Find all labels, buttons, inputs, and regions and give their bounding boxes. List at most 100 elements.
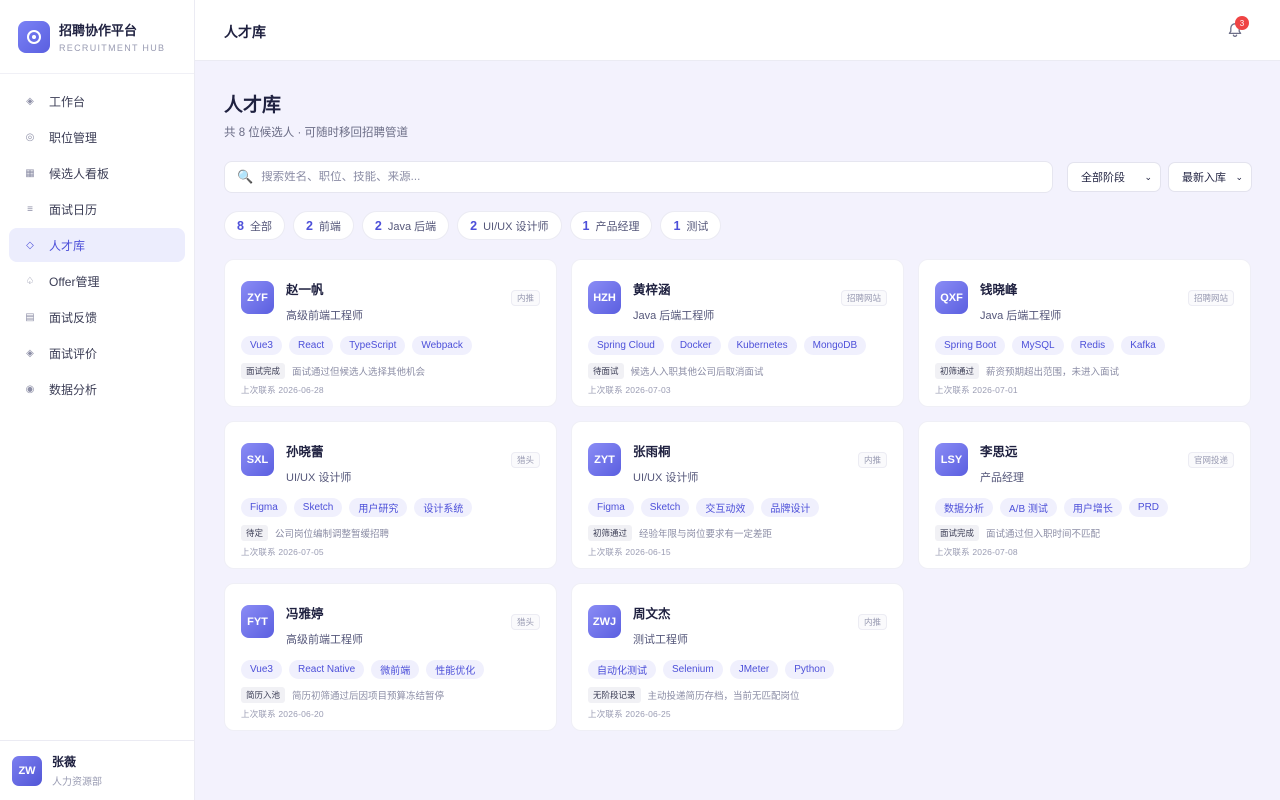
stage-badge: 初筛通过 <box>588 525 633 541</box>
stage-badge: 无阶段记录 <box>588 687 641 703</box>
candidate-name: 孙晓蕾 <box>286 445 324 459</box>
sidebar-item-interview-feedback[interactable]: ▤ 面试反馈 <box>9 300 185 334</box>
status-row: 面试完成 面试通过但候选人选择其他机会 <box>241 363 540 379</box>
skill-tag: Spring Boot <box>935 336 1006 355</box>
user-name: 张薇 <box>52 755 77 769</box>
chevron-down-icon: ⌄ <box>1144 171 1152 182</box>
brand-name: 招聘协作平台 <box>59 23 138 38</box>
topbar-title: 人才库 <box>224 24 266 40</box>
sidebar-item-label: Offer管理 <box>49 274 100 289</box>
skill-tags: Vue3 React Native 微前端 性能优化 <box>241 660 540 679</box>
skill-tag: A/B 测试 <box>1000 498 1057 517</box>
candidate-info: 赵一帆高级前端工程师 <box>286 277 363 323</box>
skill-tag: Redis <box>1070 336 1115 355</box>
card-header: ZYT 张雨桐 UI/UX 设计师 <box>588 439 887 485</box>
sidebar-item-label: 职位管理 <box>49 130 98 145</box>
sidebar-item-label: 候选人看板 <box>49 166 110 181</box>
skill-tag: PRD <box>1128 498 1169 517</box>
filter-chip[interactable]: 2 前端 <box>292 211 354 240</box>
skill-tag: Vue3 <box>241 336 282 355</box>
last-contact: 上次联系 2026-06-25 <box>588 709 671 719</box>
skill-tag: Spring Cloud <box>588 336 664 355</box>
skill-tag: Figma <box>241 498 287 517</box>
filter-chip[interactable]: 8 全部 <box>224 211 285 240</box>
search-icon: 🔍 <box>237 169 254 184</box>
candidate-info: 周文杰 测试工程师 <box>633 601 688 647</box>
sidebar-item-offer[interactable]: ♤ Offer管理 <box>9 264 185 298</box>
candidate-title: 高级前端工程师 <box>286 310 363 322</box>
candidate-name: 李思远 <box>980 445 1018 459</box>
chip-label: 前端 <box>318 220 341 233</box>
status-note: 面试通过但候选人选择其他机会 <box>292 367 426 378</box>
skill-tag: 数据分析 <box>935 498 993 517</box>
candidate-name: 周文杰 <box>633 607 671 621</box>
last-contact: 上次联系 2026-06-15 <box>588 547 671 557</box>
skill-tag: React <box>288 336 334 355</box>
candidate-card[interactable]: SXL 孙晓蕾 UI/UX 设计师 猎头 Figma Sketch 用户研究 设计系统 待定 公司… <box>224 421 557 569</box>
source-badge: 内推 <box>857 452 887 468</box>
filter-chip[interactable]: 2 Java 后端 <box>361 211 450 240</box>
last-contact: 上次联系 2026-07-08 <box>935 547 1018 557</box>
status-note: 简历初筛通过后因项目预算冻结暂停 <box>292 691 445 702</box>
skill-tag: MySQL <box>1012 336 1064 355</box>
skill-tags: 数据分析 A/B 测试 用户增长 PRD <box>935 498 1234 517</box>
sidebar-item-analytics[interactable]: ◉ 数据分析 <box>9 372 185 406</box>
candidate-card[interactable]: ZYT 张雨桐 UI/UX 设计师 内推 Figma Sketch 交互动效 品牌设计 初筛通过… <box>571 421 904 569</box>
search-bar: 🔍 <box>224 161 1053 193</box>
sidebar: 招聘协作平台 RECRUITMENT HUB ◈ 工作台 ◎ 职位管理 ▦ 候选人看板 ≡ 面… <box>0 0 195 800</box>
spade-icon: ♤ <box>25 275 35 287</box>
candidate-card[interactable]: LSY 李思远 产品经理 官网投递 数据分析 A/B 测试 用户增长 PRD 面试完成 面试通过但… <box>918 421 1251 569</box>
avatar: FYT <box>241 605 274 638</box>
last-contact: 上次联系 2026-07-03 <box>588 385 671 395</box>
sidebar-item-label: 人才库 <box>49 238 86 253</box>
sidebar-item-talent-pool[interactable]: ◇ 人才库 <box>9 228 185 262</box>
sort-select-value: 最新入库 <box>1182 172 1226 184</box>
user-profile[interactable]: ZW 张薇 人力资源部 <box>0 740 195 800</box>
skill-tag: 用户增长 <box>1063 498 1122 517</box>
stage-select[interactable]: 全部阶段 ⌄ <box>1067 162 1161 192</box>
sidebar-item-interview-calendar[interactable]: ≡ 面试日历 <box>9 192 185 226</box>
status-row: 面试完成 面试通过但入职时间不匹配 <box>935 525 1234 541</box>
skill-tag: 品牌设计 <box>761 498 820 517</box>
candidate-name: 张雨桐 <box>633 445 671 459</box>
candidate-name: 赵一帆 <box>286 283 324 297</box>
avatar: ZW <box>12 755 42 786</box>
skill-tag: JMeter <box>729 660 779 679</box>
filter-chip[interactable]: 1 产品经理 <box>569 211 653 240</box>
sidebar-item-interview-review[interactable]: ◈ 面试评价 <box>9 336 185 370</box>
candidate-card[interactable]: HZH 黄梓涵 Java 后端工程师 招聘网站 Spring Cloud Docker Ku… <box>571 259 904 407</box>
candidate-card[interactable]: QXF 钱晓峰 Java 后端工程师 招聘网站 Spring Boot MySQL Redi… <box>918 259 1251 407</box>
last-contact: 上次联系 2026-07-01 <box>935 385 1018 395</box>
sidebar-item-jobs[interactable]: ◎ 职位管理 <box>9 120 185 154</box>
candidate-card[interactable]: ZYF 赵一帆 高级前端工程师 内推 Vue3 React TypeScript Webpac… <box>224 259 557 407</box>
card-header: ZYF 赵一帆 高级前端工程师 <box>241 277 540 323</box>
candidate-name: 钱晓峰 <box>980 283 1018 297</box>
skill-tag: Selenium <box>663 660 723 679</box>
source-badge: 内推 <box>857 614 887 630</box>
sidebar-item-candidate-board[interactable]: ▦ 候选人看板 <box>9 156 185 190</box>
skill-tags: Figma Sketch 用户研究 设计系统 <box>241 498 540 517</box>
chip-count: 1 <box>673 218 681 233</box>
skill-tag: 自动化测试 <box>588 660 656 679</box>
card-header: ZWJ 周文杰 测试工程师 <box>588 601 887 647</box>
status-note: 主动投递简历存档，当前无匹配岗位 <box>647 691 800 702</box>
search-input[interactable] <box>261 171 1022 183</box>
filter-chip[interactable]: 1 测试 <box>660 211 722 240</box>
avatar: ZWJ <box>588 605 621 638</box>
candidate-card[interactable]: FYT 冯雅婷 高级前端工程师 猎头 Vue3 React Native 微前端 性能优化 简历… <box>224 583 557 731</box>
sort-select[interactable]: 最新入库 ⌄ <box>1168 162 1252 192</box>
source-badge: 内推 <box>510 290 540 306</box>
stage-badge: 待定 <box>241 525 269 541</box>
sidebar-nav: ◈ 工作台 ◎ 职位管理 ▦ 候选人看板 ≡ 面试日历 ◇ 人才库 ♤ Offer管理 ▤ 面试反馈 ◈ 面试… <box>0 74 194 406</box>
candidate-grid: ZYF 赵一帆 高级前端工程师 内推 Vue3 React TypeScript Webpac… <box>224 259 1252 731</box>
candidate-info: 黄梓涵 Java 后端工程师 <box>633 277 714 323</box>
filter-chip[interactable]: 2 UI/UX 设计师 <box>457 211 562 240</box>
candidate-title: Java 后端工程师 <box>633 310 715 322</box>
skill-tag: Sketch <box>640 498 690 517</box>
candidate-card[interactable]: ZWJ 周文杰 测试工程师 内推 自动化测试 Selenium JMeter Python 无阶… <box>571 583 904 731</box>
candidate-info: 冯雅婷 高级前端工程师 <box>286 601 363 647</box>
sidebar-item-workbench[interactable]: ◈ 工作台 <box>9 84 185 118</box>
list-icon: ≡ <box>27 203 33 215</box>
status-note: 经验年限与岗位要求有一定差距 <box>639 529 773 540</box>
skill-tag: 性能优化 <box>426 660 485 679</box>
